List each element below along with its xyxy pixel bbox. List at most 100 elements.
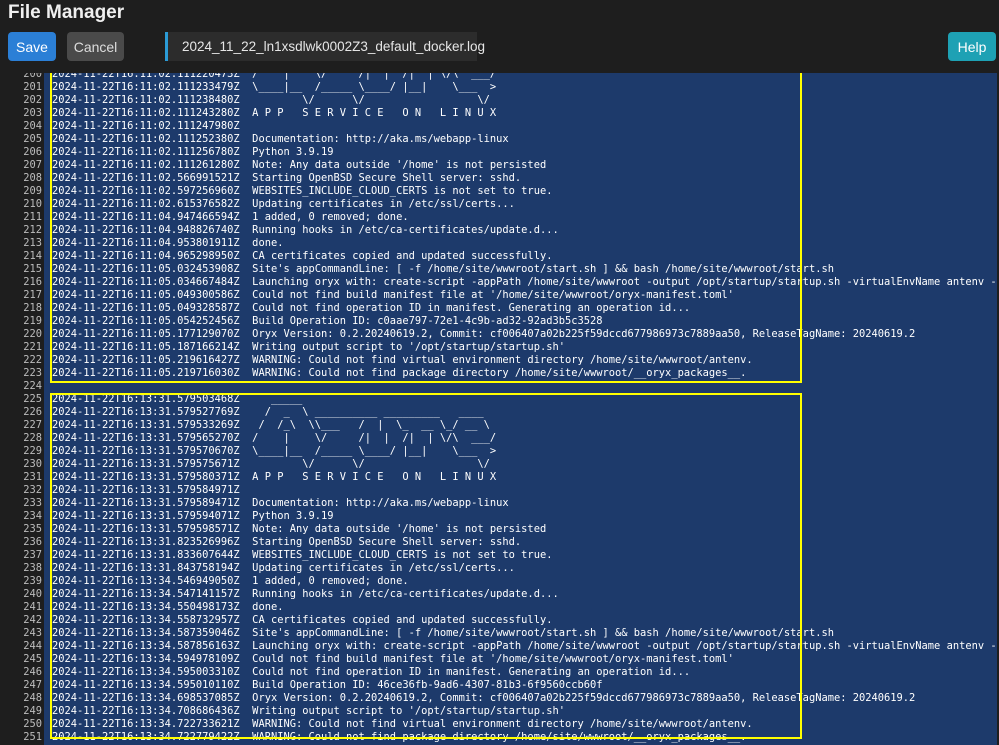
- log-line[interactable]: 205 2024-11-22T16:11:02.111252380Z Docume…: [2, 133, 997, 146]
- line-number: 232: [23, 484, 42, 496]
- log-line[interactable]: 223 2024-11-22T16:11:05.219716030Z WARNIN…: [2, 367, 997, 380]
- line-number: 248: [23, 692, 42, 704]
- log-line[interactable]: 241 2024-11-22T16:13:34.550498173Z done.: [2, 601, 997, 614]
- file-name-tab[interactable]: 2024_11_22_ln1xsdlwk0002Z3_default_docke…: [165, 32, 485, 61]
- log-line[interactable]: 211 2024-11-22T16:11:04.947466594Z 1 adde…: [2, 211, 997, 224]
- line-number: 229: [23, 445, 42, 457]
- log-line[interactable]: 251 2024-11-22T16:13:34.722779422Z WARNIN…: [2, 731, 997, 744]
- line-number: 211: [23, 211, 42, 223]
- line-number: 227: [23, 419, 42, 431]
- log-line[interactable]: 214 2024-11-22T16:11:04.965298950Z CA cer…: [2, 250, 997, 263]
- log-line[interactable]: 221 2024-11-22T16:11:05.187166214Z Writin…: [2, 341, 997, 354]
- line-number: 235: [23, 523, 42, 535]
- log-line-text: 2024-11-22T16:11:02.111238480Z \/ \/ \/: [52, 94, 490, 106]
- line-number: 245: [23, 653, 42, 665]
- log-line[interactable]: 235 2024-11-22T16:13:31.579598571Z Note: …: [2, 523, 997, 536]
- line-number: 212: [23, 224, 42, 236]
- log-line[interactable]: 217 2024-11-22T16:11:05.049300586Z Could …: [2, 289, 997, 302]
- log-line[interactable]: 232 2024-11-22T16:13:31.579584971Z: [2, 484, 997, 497]
- log-line[interactable]: 204 2024-11-22T16:11:02.111247980Z: [2, 120, 997, 133]
- line-number: 215: [23, 263, 42, 275]
- log-line[interactable]: 226 2024-11-22T16:13:31.579527769Z / _ \ …: [2, 406, 997, 419]
- log-line-text: 2024-11-22T16:13:34.722733621Z WARNING: …: [52, 718, 753, 730]
- cancel-button[interactable]: Cancel: [67, 32, 124, 61]
- line-number: 222: [23, 354, 42, 366]
- line-number: 242: [23, 614, 42, 626]
- log-line[interactable]: 210 2024-11-22T16:11:02.615376582Z Updati…: [2, 198, 997, 211]
- line-number: 216: [23, 276, 42, 288]
- log-line-text: 2024-11-22T16:13:31.579527769Z / _ \ ___…: [52, 406, 484, 418]
- log-line[interactable]: 213 2024-11-22T16:11:04.953801911Z done.: [2, 237, 997, 250]
- log-line-text: 2024-11-22T16:13:31.833607644Z WEBSITES_…: [52, 549, 553, 561]
- log-line-text: 2024-11-22T16:13:31.579594071Z Python 3.…: [52, 510, 334, 522]
- log-line[interactable]: 248 2024-11-22T16:13:34.698537085Z Oryx V…: [2, 692, 997, 705]
- log-line-text: 2024-11-22T16:11:02.111220473Z / | \/ /|…: [52, 73, 497, 80]
- line-number: 246: [23, 666, 42, 678]
- save-button[interactable]: Save: [8, 32, 56, 61]
- line-number: 250: [23, 718, 42, 730]
- log-line[interactable]: 212 2024-11-22T16:11:04.948826740Z Runnin…: [2, 224, 997, 237]
- log-line-text: 2024-11-22T16:13:31.579598571Z Note: Any…: [52, 523, 547, 535]
- line-number: 244: [23, 640, 42, 652]
- log-line[interactable]: 216 2024-11-22T16:11:05.034667484Z Launch…: [2, 276, 997, 289]
- log-line[interactable]: 206 2024-11-22T16:11:02.111256780Z Python…: [2, 146, 997, 159]
- log-line[interactable]: 218 2024-11-22T16:11:05.049328587Z Could …: [2, 302, 997, 315]
- log-line[interactable]: 247 2024-11-22T16:13:34.595010110Z Build …: [2, 679, 997, 692]
- line-number: 217: [23, 289, 42, 301]
- log-line[interactable]: 222 2024-11-22T16:11:05.219616427Z WARNIN…: [2, 354, 997, 367]
- log-line[interactable]: 245 2024-11-22T16:13:34.594978109Z Could …: [2, 653, 997, 666]
- line-number: 214: [23, 250, 42, 262]
- log-line[interactable]: 208 2024-11-22T16:11:02.566991521Z Starti…: [2, 172, 997, 185]
- line-number: 238: [23, 562, 42, 574]
- log-line[interactable]: 200 2024-11-22T16:11:02.111220473Z / | \/…: [2, 73, 997, 81]
- log-line[interactable]: 224: [2, 380, 997, 393]
- log-line[interactable]: 229 2024-11-22T16:13:31.579570670Z \____|…: [2, 445, 997, 458]
- line-number: 218: [23, 302, 42, 314]
- line-number: 241: [23, 601, 42, 613]
- log-line-text: 2024-11-22T16:11:02.615376582Z Updating …: [52, 198, 515, 210]
- log-line[interactable]: 230 2024-11-22T16:13:31.579575671Z \/ \/ …: [2, 458, 997, 471]
- log-line[interactable]: 234 2024-11-22T16:13:31.579594071Z Python…: [2, 510, 997, 523]
- log-line[interactable]: 240 2024-11-22T16:13:34.547141157Z Runnin…: [2, 588, 997, 601]
- log-line[interactable]: 246 2024-11-22T16:13:34.595003310Z Could …: [2, 666, 997, 679]
- log-line[interactable]: 244 2024-11-22T16:13:34.587856163Z Launch…: [2, 640, 997, 653]
- log-line[interactable]: 207 2024-11-22T16:11:02.111261280Z Note: …: [2, 159, 997, 172]
- log-line-text: 2024-11-22T16:11:02.566991521Z Starting …: [52, 172, 522, 184]
- log-line-text: 2024-11-22T16:11:05.049300586Z Could not…: [52, 289, 734, 301]
- log-line[interactable]: 250 2024-11-22T16:13:34.722733621Z WARNIN…: [2, 718, 997, 731]
- line-number: 200: [23, 73, 42, 80]
- log-line[interactable]: 237 2024-11-22T16:13:31.833607644Z WEBSIT…: [2, 549, 997, 562]
- log-line[interactable]: 225 2024-11-22T16:13:31.579503468Z _____: [2, 393, 997, 406]
- log-line[interactable]: 201 2024-11-22T16:11:02.111233479Z \____|…: [2, 81, 997, 94]
- log-line[interactable]: 236 2024-11-22T16:13:31.823526996Z Starti…: [2, 536, 997, 549]
- log-line[interactable]: 202 2024-11-22T16:11:02.111238480Z \/ \/ …: [2, 94, 997, 107]
- log-line[interactable]: 220 2024-11-22T16:11:05.177129070Z Oryx V…: [2, 328, 997, 341]
- log-line-text: 2024-11-22T16:11:05.219616427Z WARNING: …: [52, 354, 753, 366]
- line-number: 243: [23, 627, 42, 639]
- log-editor[interactable]: 200 2024-11-22T16:11:02.111220473Z / | \/…: [2, 73, 997, 745]
- line-number: 201: [23, 81, 42, 93]
- log-line[interactable]: 215 2024-11-22T16:11:05.032453908Z Site's…: [2, 263, 997, 276]
- line-number: 240: [23, 588, 42, 600]
- log-line[interactable]: 239 2024-11-22T16:13:34.546949050Z 1 adde…: [2, 575, 997, 588]
- line-number: 206: [23, 146, 42, 158]
- log-line-text: 2024-11-22T16:13:31.579584971Z: [52, 484, 240, 496]
- log-line[interactable]: 243 2024-11-22T16:13:34.587359046Z Site's…: [2, 627, 997, 640]
- log-line[interactable]: 227 2024-11-22T16:13:31.579533269Z / /_\ …: [2, 419, 997, 432]
- help-button[interactable]: Help: [948, 32, 996, 61]
- log-line[interactable]: 219 2024-11-22T16:11:05.054252456Z Build …: [2, 315, 997, 328]
- log-line[interactable]: 209 2024-11-22T16:11:02.597256960Z WEBSIT…: [2, 185, 997, 198]
- log-line[interactable]: 233 2024-11-22T16:13:31.579589471Z Docume…: [2, 497, 997, 510]
- line-number: 236: [23, 536, 42, 548]
- line-number: 249: [23, 705, 42, 717]
- log-line[interactable]: 238 2024-11-22T16:13:31.843758194Z Updati…: [2, 562, 997, 575]
- log-line[interactable]: 203 2024-11-22T16:11:02.111243280Z A P P …: [2, 107, 997, 120]
- app-title: File Manager: [8, 2, 125, 23]
- log-line[interactable]: 228 2024-11-22T16:13:31.579565270Z / | \/…: [2, 432, 997, 445]
- log-line[interactable]: 242 2024-11-22T16:13:34.558732957Z CA cer…: [2, 614, 997, 627]
- log-line[interactable]: 231 2024-11-22T16:13:31.579580371Z A P P …: [2, 471, 997, 484]
- line-number: 209: [23, 185, 42, 197]
- log-line-text: 2024-11-22T16:13:34.722779422Z WARNING: …: [52, 731, 747, 743]
- log-line[interactable]: 249 2024-11-22T16:13:34.708686436Z Writin…: [2, 705, 997, 718]
- line-number: 239: [23, 575, 42, 587]
